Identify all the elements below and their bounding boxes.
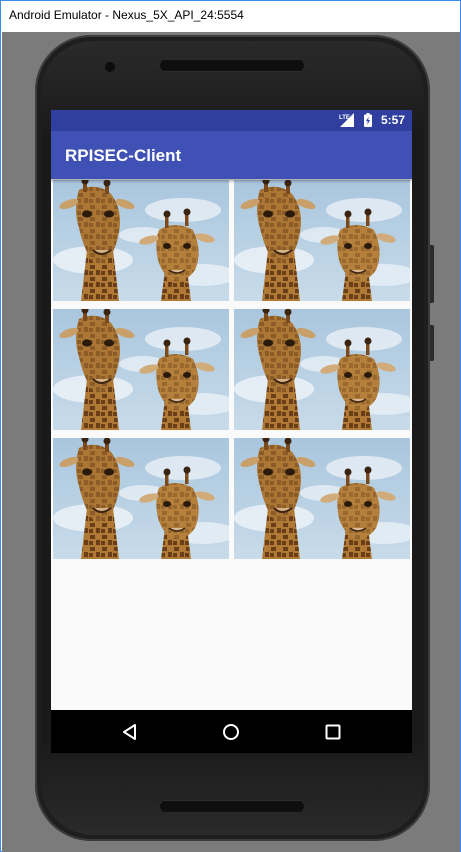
status-bar: LTE 5:57 bbox=[51, 110, 412, 131]
giraffe-photo bbox=[234, 309, 410, 430]
back-triangle-icon[interactable] bbox=[120, 722, 140, 742]
window-titlebar[interactable]: Android Emulator - Nexus_5X_API_24:5554 bbox=[1, 1, 460, 31]
navigation-bar bbox=[51, 710, 412, 753]
battery-charging-icon bbox=[364, 113, 372, 127]
home-circle-icon[interactable] bbox=[221, 722, 241, 742]
giraffe-photo bbox=[53, 438, 229, 559]
bottom-speaker-grille bbox=[159, 800, 305, 813]
lte-signal-icon: LTE bbox=[339, 113, 354, 127]
volume-button[interactable] bbox=[430, 245, 434, 303]
giraffe-image-2[interactable] bbox=[234, 180, 410, 301]
top-speaker-grille bbox=[159, 59, 305, 72]
giraffe-image-5[interactable] bbox=[53, 438, 229, 559]
giraffe-image-1[interactable] bbox=[53, 180, 229, 301]
giraffe-photo bbox=[53, 180, 229, 301]
power-button[interactable] bbox=[430, 325, 434, 361]
app-title: RPISEC-Client bbox=[65, 146, 182, 165]
giraffe-image-4[interactable] bbox=[234, 309, 410, 430]
svg-text:LTE: LTE bbox=[339, 115, 350, 121]
recents-square-icon[interactable] bbox=[323, 722, 343, 742]
device-screen: LTE 5:57 RPISEC-Client bbox=[51, 110, 412, 753]
emulator-window: Android Emulator - Nexus_5X_API_24:5554 … bbox=[0, 0, 461, 852]
giraffe-photo bbox=[234, 438, 410, 559]
app-bar: RPISEC-Client bbox=[51, 131, 412, 179]
window-title: Android Emulator - Nexus_5X_API_24:5554 bbox=[9, 8, 244, 22]
front-camera bbox=[105, 62, 115, 72]
status-time: 5:57 bbox=[381, 113, 406, 127]
giraffe-photo bbox=[234, 180, 410, 301]
giraffe-image-6[interactable] bbox=[234, 438, 410, 559]
giraffe-image-3[interactable] bbox=[53, 309, 229, 430]
giraffe-photo bbox=[53, 309, 229, 430]
